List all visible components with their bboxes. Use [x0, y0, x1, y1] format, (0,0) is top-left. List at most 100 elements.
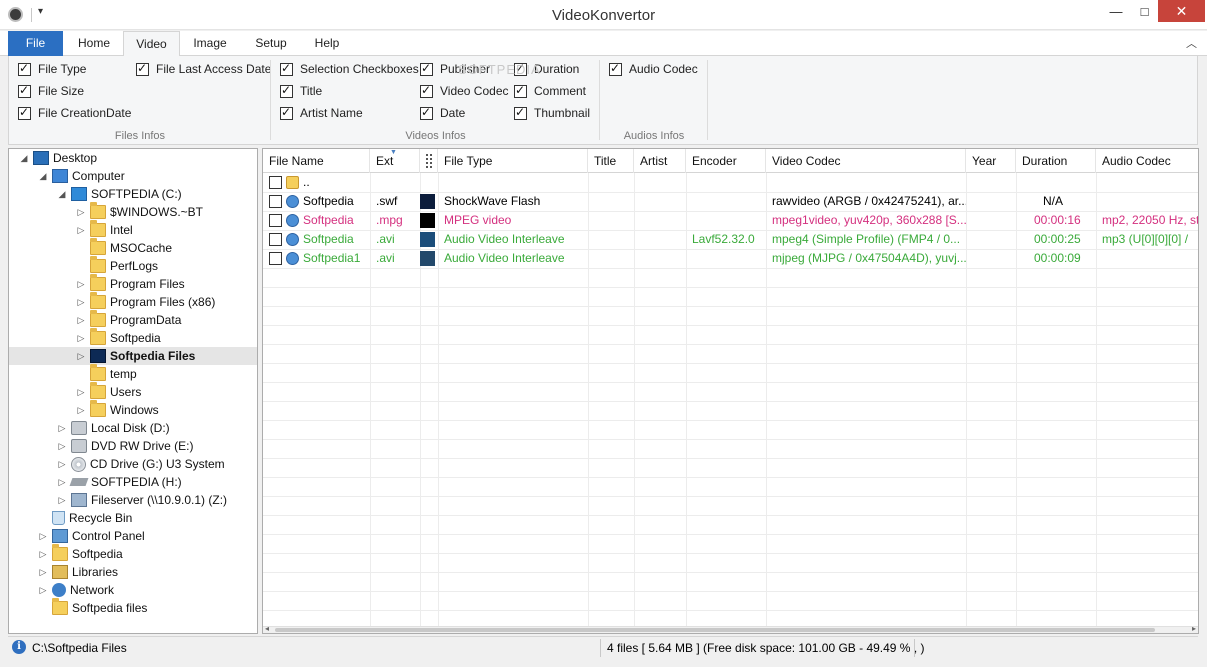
collapsed-arrow-icon[interactable]: ▷ [57, 459, 67, 470]
scroll-right-icon[interactable]: ▸ [1192, 624, 1196, 633]
video-thumbnail [420, 194, 435, 209]
collapsed-arrow-icon[interactable]: ▷ [76, 315, 86, 326]
folder-tree[interactable]: ◢ Desktop ◢ Computer ◢ SOFTPEDIA (C:) ▷ $WIN… [8, 148, 258, 634]
expanded-arrow-icon[interactable]: ◢ [38, 171, 48, 182]
tree-node-computer[interactable]: ◢ Computer [38, 167, 125, 185]
checkbox-selection-checkboxes[interactable]: Selection Checkboxes [280, 60, 419, 78]
tree-node-softpedia-h[interactable]: ▷ SOFTPEDIA (H:) [57, 473, 182, 491]
tree-node-control-panel[interactable]: ▷ Control Panel [38, 527, 145, 545]
scroll-left-icon[interactable]: ◂ [265, 624, 269, 633]
collapsed-arrow-icon[interactable]: ▷ [76, 405, 86, 416]
collapsed-arrow-icon[interactable]: ▷ [57, 423, 67, 434]
tree-node-programdata[interactable]: ▷ ProgramData [76, 310, 181, 329]
tree-node-desktop[interactable]: ◢ Desktop [19, 149, 97, 167]
maximize-button[interactable]: □ [1131, 0, 1158, 22]
file-list[interactable]: File Name Ext ▼ File Type Title Artist E… [262, 148, 1199, 634]
column-header-video-codec[interactable]: Video Codec [766, 149, 966, 173]
collapsed-arrow-icon[interactable]: ▷ [38, 549, 48, 560]
cell-ext: .avi [376, 232, 395, 246]
tree-node-windows-bt[interactable]: ▷ $WINDOWS.~BT [76, 202, 203, 221]
column-header-artist[interactable]: Artist [634, 149, 686, 173]
tree-node-msocache[interactable]: MSOCache [76, 238, 172, 257]
collapsed-arrow-icon[interactable]: ▷ [38, 531, 48, 542]
tab-image[interactable]: Image [181, 31, 239, 56]
expanded-arrow-icon[interactable]: ◢ [57, 189, 67, 200]
ribbon-collapse-icon[interactable]: ︿ [1186, 35, 1197, 51]
column-header-thumbnail[interactable] [420, 149, 438, 173]
row-checkbox[interactable] [269, 252, 282, 265]
table-row[interactable]: Softpedia .mpg MPEG video mpeg1video, yu… [263, 211, 1198, 230]
checkbox-date[interactable]: Date [420, 104, 465, 122]
tab-help[interactable]: Help [302, 31, 352, 56]
tree-node-network[interactable]: ▷ Network [38, 581, 114, 599]
tree-node-users[interactable]: ▷ Users [76, 382, 141, 401]
checkbox-audio-codec[interactable]: Audio Codec [609, 60, 698, 78]
column-header-audio-codec[interactable]: Audio Codec [1096, 149, 1198, 173]
tree-node-windows[interactable]: ▷ Windows [76, 400, 159, 419]
table-row-parent[interactable]: .. [263, 173, 1198, 192]
checkbox-file-size[interactable]: File Size [18, 82, 84, 100]
collapsed-arrow-icon[interactable]: ▷ [57, 495, 67, 506]
close-button[interactable]: ✕ [1158, 0, 1205, 22]
checkbox-comment[interactable]: Comment [514, 82, 586, 100]
tree-node-fileserver-z[interactable]: ▷ Fileserver (\\10.9.0.1) (Z:) [57, 491, 227, 509]
collapsed-arrow-icon[interactable]: ▷ [76, 225, 86, 236]
tree-node-libraries[interactable]: ▷ Libraries [38, 563, 118, 581]
tree-node-perflogs[interactable]: PerfLogs [76, 256, 158, 275]
horizontal-scrollbar[interactable]: ◂ ▸ [263, 624, 1198, 633]
checkbox-file-type[interactable]: File Type [18, 60, 86, 78]
scrollbar-thumb[interactable] [275, 628, 1155, 632]
column-header-title[interactable]: Title [588, 149, 634, 173]
row-checkbox[interactable] [269, 195, 282, 208]
tab-file[interactable]: File [8, 31, 63, 56]
collapsed-arrow-icon[interactable]: ▷ [76, 333, 86, 344]
tree-node-softpedia-files-lib[interactable]: Softpedia files [38, 598, 147, 617]
column-header-encoder[interactable]: Encoder [686, 149, 766, 173]
checkbox-file-creation-date[interactable]: File CreationDate [18, 104, 131, 122]
tree-node-softpedia-c[interactable]: ◢ SOFTPEDIA (C:) [57, 185, 182, 203]
table-row[interactable]: Softpedia .avi Audio Video Interleave La… [263, 230, 1198, 249]
row-checkbox[interactable] [269, 233, 282, 246]
grid-line [263, 306, 1198, 307]
tree-node-dvd-rw-e[interactable]: ▷ DVD RW Drive (E:) [57, 437, 193, 455]
collapsed-arrow-icon[interactable]: ▷ [76, 279, 86, 290]
tree-node-program-files[interactable]: ▷ Program Files [76, 274, 185, 293]
expanded-arrow-icon[interactable]: ◢ [19, 153, 29, 164]
collapsed-arrow-icon[interactable]: ▷ [76, 207, 86, 218]
tab-setup[interactable]: Setup [241, 31, 301, 56]
tab-home[interactable]: Home [66, 31, 122, 56]
row-checkbox[interactable] [269, 214, 282, 227]
column-header-file-type[interactable]: File Type [438, 149, 588, 173]
collapsed-arrow-icon[interactable]: ▷ [38, 585, 48, 596]
tree-node-softpedia-files[interactable]: ▷ Softpedia Files [9, 347, 257, 365]
tree-node-softpedia-user[interactable]: ▷ Softpedia [38, 544, 123, 563]
row-checkbox[interactable] [269, 176, 282, 189]
column-header-file-name[interactable]: File Name [263, 149, 370, 173]
collapsed-arrow-icon[interactable]: ▷ [76, 297, 86, 308]
collapsed-arrow-icon[interactable]: ▷ [38, 567, 48, 578]
column-header-year[interactable]: Year [966, 149, 1016, 173]
softpedia-files-icon [90, 349, 106, 363]
checkbox-video-codec[interactable]: Video Codec [420, 82, 509, 100]
table-row[interactable]: Softpedia .swf ShockWave Flash rawvideo … [263, 192, 1198, 211]
column-header-duration[interactable]: Duration [1016, 149, 1096, 173]
checkbox-thumbnail[interactable]: Thumbnail [514, 104, 590, 122]
tree-node-temp[interactable]: temp [76, 364, 137, 383]
tree-node-recycle-bin[interactable]: Recycle Bin [38, 509, 132, 527]
collapsed-arrow-icon[interactable]: ▷ [57, 441, 67, 452]
tree-node-softpedia-folder[interactable]: ▷ Softpedia [76, 328, 161, 347]
tree-node-cd-drive-g[interactable]: ▷ CD Drive (G:) U3 System [57, 455, 225, 473]
tree-node-program-files-x86[interactable]: ▷ Program Files (x86) [76, 292, 215, 311]
tree-node-intel[interactable]: ▷ Intel [76, 220, 133, 239]
tab-video[interactable]: Video [123, 31, 180, 57]
collapsed-arrow-icon[interactable]: ▷ [76, 351, 86, 362]
checkbox-check-icon [609, 61, 622, 76]
checkbox-file-last-access-date[interactable]: File Last Access Date [136, 60, 271, 78]
minimize-button[interactable]: — [1101, 0, 1131, 22]
checkbox-artist-name[interactable]: Artist Name [280, 104, 363, 122]
collapsed-arrow-icon[interactable]: ▷ [57, 477, 67, 488]
collapsed-arrow-icon[interactable]: ▷ [76, 387, 86, 398]
table-row[interactable]: Softpedia1 .avi Audio Video Interleave m… [263, 249, 1198, 268]
checkbox-title[interactable]: Title [280, 82, 322, 100]
tree-node-local-disk-d[interactable]: ▷ Local Disk (D:) [57, 419, 170, 437]
